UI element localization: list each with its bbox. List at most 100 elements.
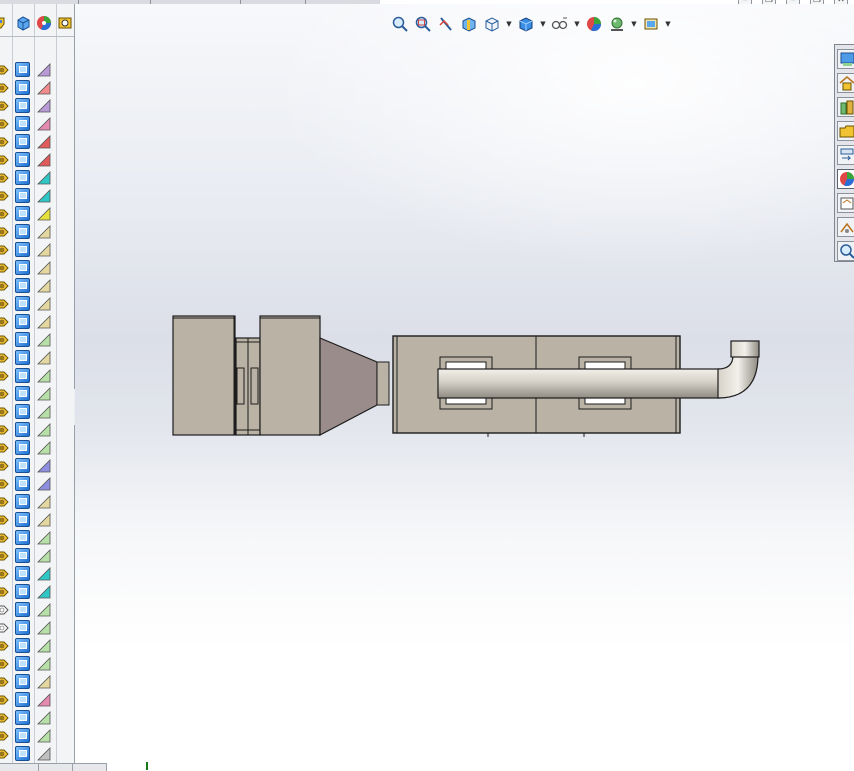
tree-item[interactable] [0,331,74,349]
apply-scene-icon[interactable] [608,15,626,33]
display-style-dropdown-icon[interactable]: ▼ [540,20,546,28]
mate-reference-icon [0,315,10,329]
part-icon [15,332,30,347]
configuration-icon[interactable] [0,15,10,31]
transition-cone[interactable] [320,338,389,435]
zoom-to-fit-icon[interactable] [391,15,409,33]
toolbox-icon[interactable] [837,217,854,237]
tree-item[interactable] [0,673,74,691]
tree-item[interactable] [0,745,74,763]
view-orientation-icon[interactable] [483,15,501,33]
tree-item[interactable] [0,583,74,601]
design-library-icon[interactable] [837,97,854,117]
tree-item[interactable] [0,511,74,529]
material-icon [37,351,51,365]
filter-box-left[interactable] [173,316,320,435]
tree-item[interactable] [0,439,74,457]
material-icon [37,171,51,185]
tree-item[interactable] [0,169,74,187]
custom-properties-icon[interactable] [837,193,854,213]
appearances-icon[interactable] [837,169,854,189]
part-icon[interactable] [15,15,31,31]
section-view-icon[interactable] [460,15,478,33]
display-style-icon[interactable] [517,15,535,33]
tree-item[interactable] [0,421,74,439]
tree-item[interactable] [0,313,74,331]
material-icon [37,423,51,437]
tree-item[interactable] [0,547,74,565]
file-explorer-icon[interactable] [837,121,854,141]
view-orientation-dropdown-icon[interactable]: ▼ [506,20,512,28]
tree-item[interactable] [0,205,74,223]
material-icon [37,153,51,167]
tree-header-tabs [0,10,74,37]
tree-item[interactable] [0,277,74,295]
tree-item[interactable] [0,691,74,709]
tree-item[interactable] [0,457,74,475]
material-icon [37,657,51,671]
graphics-area[interactable]: ▼ ▼ ▼ ▼ ▼ [75,4,854,762]
tree-item[interactable] [0,97,74,115]
mate-reference-icon [0,117,10,131]
mate-reference-icon [0,531,10,545]
mate-reference-icon [0,585,10,599]
mate-reference-icon [0,567,10,581]
solidworks-resources-icon[interactable] [837,49,854,69]
home-icon[interactable] [837,73,854,93]
tree-item[interactable] [0,727,74,745]
tree-item[interactable] [0,259,74,277]
tree-item[interactable] [0,655,74,673]
mate-reference-icon [0,747,10,761]
part-icon [15,638,30,653]
view-settings-icon[interactable] [642,15,660,33]
hide-show-dropdown-icon[interactable]: ▼ [574,20,580,28]
tree-item[interactable] [0,565,74,583]
mate-reference-icon [0,657,10,671]
tree-item[interactable] [0,529,74,547]
part-icon [15,494,30,509]
part-icon [15,710,30,725]
view-settings-dropdown-icon[interactable]: ▼ [665,20,671,28]
material-icon [37,189,51,203]
material-icon [37,675,51,689]
edit-appearance-icon[interactable] [585,15,603,33]
tree-item[interactable] [0,709,74,727]
tree-item[interactable] [0,349,74,367]
tree-item[interactable] [0,385,74,403]
tree-item[interactable] [0,403,74,421]
tree-item[interactable] [0,493,74,511]
tree-item[interactable] [0,619,74,637]
tree-item[interactable] [0,115,74,133]
part-icon [15,440,30,455]
tree-item[interactable] [0,475,74,493]
hide-show-icon[interactable] [551,15,569,33]
tree-item[interactable] [0,61,74,79]
tree-item[interactable] [0,241,74,259]
display-pane-icon[interactable] [57,15,73,31]
part-icon [15,656,30,671]
previous-view-icon[interactable] [437,15,455,33]
material-icon [37,405,51,419]
part-icon [15,530,30,545]
part-icon [15,152,30,167]
tree-item[interactable] [0,187,74,205]
tree-item[interactable] [0,295,74,313]
appearance-icon[interactable] [36,15,52,31]
part-icon [15,62,30,77]
mate-reference-icon [0,423,10,437]
mate-reference-icon [0,207,10,221]
view-palette-icon[interactable] [837,145,854,165]
tree-item[interactable] [0,223,74,241]
tree-item[interactable] [0,637,74,655]
mate-reference-icon [0,171,10,185]
tree-item[interactable] [0,601,74,619]
tree-item[interactable] [0,151,74,169]
search-icon[interactable] [837,241,854,261]
tree-item[interactable] [0,367,74,385]
apply-scene-dropdown-icon[interactable]: ▼ [631,20,637,28]
zoom-area-icon[interactable] [414,15,432,33]
material-icon [37,693,51,707]
mate-reference-icon [0,261,10,275]
tree-item[interactable] [0,133,74,151]
tree-item[interactable] [0,79,74,97]
